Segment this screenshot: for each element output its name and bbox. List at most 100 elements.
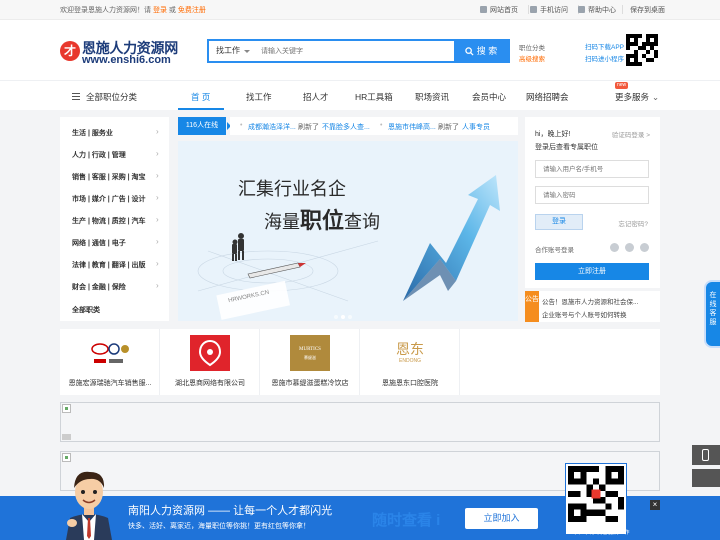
help-link[interactable]: 帮助中心	[578, 5, 616, 15]
notice-panel: 公告 公告！恩施市人力资源和社会保... 企业账号与个人账号如何转换	[525, 291, 660, 322]
chevron-right-icon: ›	[156, 215, 159, 224]
login-button[interactable]: 登录	[535, 214, 583, 230]
chevron-right-icon: ›	[156, 259, 159, 268]
main-nav: 全部职位分类 首 页 找工作 招人才 HR工具箱 职场资讯 会员中心 网络招聘会…	[0, 80, 720, 110]
ticker-job[interactable]: 不靠脸多人查...	[322, 122, 370, 132]
close-icon[interactable]: ×	[650, 500, 660, 510]
username-input[interactable]	[535, 160, 649, 178]
ticker-company[interactable]: 成都瀚浩泽洋...	[248, 122, 296, 132]
category-menu: 生活 | 服务业 › 人力 | 行政 | 管理 › 销售 | 客服 | 采购 | 淘…	[60, 117, 169, 321]
app-download-link[interactable]: 扫码下载APP	[585, 41, 624, 51]
chevron-down-icon: ⌄	[652, 92, 660, 102]
category-item-all[interactable]: 全部职类	[72, 305, 100, 315]
banner-subheadline: 海量职位查询	[264, 203, 380, 235]
company-card[interactable]: 湖北恩商网络有限公司	[160, 329, 260, 395]
chevron-right-icon: ›	[156, 149, 159, 158]
ticker-job[interactable]: 人事专员	[462, 122, 490, 132]
chevron-right-icon: ›	[156, 193, 159, 202]
nav-member-center[interactable]: 会员中心	[472, 91, 506, 103]
home-link[interactable]: 网站首页	[480, 5, 518, 15]
nav-find-talent[interactable]: 招人才	[303, 91, 329, 103]
new-badge: new	[615, 82, 629, 89]
qr-caption: 扫一扫手机也能找工作	[574, 530, 630, 536]
online-service-tab[interactable]: 在线客服	[704, 280, 720, 348]
category-item[interactable]: 市场 | 媒介 | 广告 | 设计	[72, 194, 146, 204]
company-logo: 恩东 ENDONG	[390, 335, 430, 371]
site-logo[interactable]: 才 恩施人力资源网 www.enshi6.com	[60, 38, 180, 68]
company-card[interactable]: MURTICS 慕缇滋 恩施市慕缇滋蛋糕冷饮店	[260, 329, 360, 395]
company-card[interactable]: 恩施宏源瑞驰汽车销售服...	[60, 329, 160, 395]
ad-banner[interactable]	[60, 402, 660, 442]
nav-hr-toolbox[interactable]: HR工具箱	[355, 91, 393, 103]
murtics-logo-text: MURTICS	[299, 347, 321, 352]
wechat-icon[interactable]	[640, 243, 649, 252]
murtics-logo-cn: 慕缇滋	[304, 355, 316, 360]
mobile-icon[interactable]	[692, 445, 720, 465]
banner-sub-a: 海量	[264, 212, 300, 233]
mini-program-link[interactable]: 扫码进小程序	[585, 53, 624, 63]
carousel-dots[interactable]	[334, 312, 355, 321]
home-link-label: 网站首页	[490, 7, 518, 14]
category-item[interactable]: 销售 | 客服 | 采购 | 淘宝	[72, 172, 146, 182]
hero-banner[interactable]: 汇集行业名企 海量职位查询 HRWORKS.CN	[178, 141, 518, 321]
category-item[interactable]: 财会 | 金融 | 保险	[72, 282, 126, 292]
carousel-dot[interactable]	[334, 315, 338, 319]
login-link[interactable]: 登录	[153, 7, 167, 14]
back-to-top-icon[interactable]	[692, 469, 720, 487]
register-link[interactable]: 免费注册	[178, 7, 206, 14]
register-button[interactable]: 立即注册	[535, 263, 649, 280]
search-input[interactable]	[261, 41, 451, 61]
qr-code-icon	[626, 34, 658, 66]
carousel-dot[interactable]	[348, 315, 352, 319]
ticker-action: 刷新了	[438, 124, 459, 131]
nav-more-services[interactable]: 更多服务 ⌄	[615, 91, 659, 103]
qq-icon[interactable]	[625, 243, 634, 252]
menu-icon	[72, 93, 80, 100]
online-service-label: 在线客服	[709, 292, 717, 326]
mobile-link[interactable]: 手机访问	[530, 5, 568, 15]
nav-career-news[interactable]: 职场资讯	[415, 91, 449, 103]
category-item[interactable]: 生活 | 服务业	[72, 128, 113, 138]
company-card[interactable]: 恩东 ENDONG 恩施恩东口腔医院	[360, 329, 460, 395]
carousel-dot[interactable]	[341, 315, 345, 319]
forgot-password-link[interactable]: 忘记密码?	[618, 218, 648, 228]
join-now-button[interactable]: 立即加入	[465, 508, 538, 529]
code-login-link[interactable]: 验证码登录 >	[612, 129, 650, 139]
help-link-label: 帮助中心	[588, 7, 616, 14]
category-item[interactable]: 法律 | 教育 | 翻译 | 出版	[72, 260, 146, 270]
ticker-company[interactable]: 恩施市伟峰高...	[388, 122, 436, 132]
ticker-action: 刷新了	[298, 124, 319, 131]
broken-image-icon	[62, 453, 71, 462]
phone-shape	[702, 449, 709, 461]
weibo-icon[interactable]	[610, 243, 619, 252]
banner-sub-b: 职位	[300, 209, 345, 234]
advanced-search-link[interactable]: 高级搜索	[519, 53, 545, 63]
company-name: 湖北恩商网络有限公司	[175, 380, 245, 387]
password-input[interactable]	[535, 186, 649, 204]
or-label: 或	[168, 7, 176, 14]
nav-find-job[interactable]: 找工作	[246, 91, 272, 103]
nav-online-fair[interactable]: 网络招聘会	[526, 91, 569, 103]
notice-item[interactable]: 公告！恩施市人力资源和社会保...	[542, 296, 657, 306]
logo-url-text: www.enshi6.com	[82, 54, 171, 66]
welcome-label: 欢迎登录恩施人力资源网！请	[60, 7, 151, 14]
category-item[interactable]: 生产 | 物流 | 质控 | 汽车	[72, 216, 146, 226]
divider	[528, 5, 529, 14]
search-button[interactable]: 搜 索	[454, 41, 508, 61]
header: 才 恩施人力资源网 www.enshi6.com 找工作 搜 索 职位分类 高级…	[0, 20, 720, 80]
more-services-label: 更多服务	[615, 92, 650, 102]
nav-home[interactable]: 首 页	[191, 91, 210, 103]
home-icon	[480, 6, 487, 13]
company-logo	[190, 335, 230, 371]
greeting: hi，晚上好!	[535, 131, 571, 138]
job-classify-link[interactable]: 职位分类	[519, 42, 545, 52]
category-item[interactable]: 网络 | 通信 | 电子	[72, 238, 126, 248]
placeholder-block	[62, 434, 71, 440]
all-categories-button[interactable]: 全部职位分类	[72, 91, 137, 103]
search-category-select[interactable]: 找工作	[209, 41, 255, 61]
chevron-right-icon: ›	[156, 127, 159, 136]
notice-item[interactable]: 企业账号与个人账号如何转换	[542, 309, 657, 319]
banner-sub-c: 查询	[344, 212, 381, 233]
category-item[interactable]: 人力 | 行政 | 管理	[72, 150, 126, 160]
save-desktop-link[interactable]: 保存到桌面	[630, 5, 665, 15]
